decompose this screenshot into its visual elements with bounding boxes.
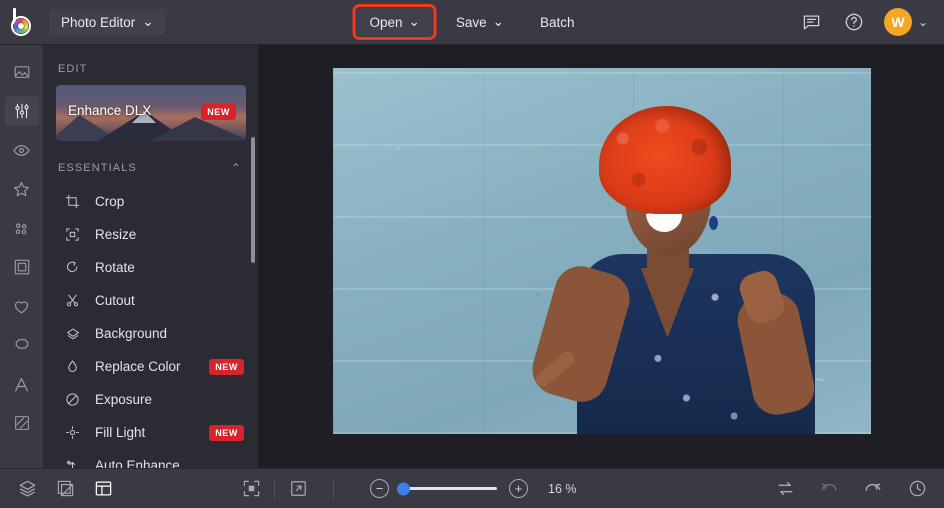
- befunky-logo[interactable]: [0, 0, 48, 45]
- app-switcher-label: Photo Editor: [61, 15, 135, 30]
- crop-icon: [64, 193, 81, 210]
- sidebar-item-label: Exposure: [95, 392, 152, 407]
- toolbar-divider: [274, 479, 275, 499]
- expand-icon[interactable]: [287, 478, 309, 500]
- rail-item-overlays[interactable]: [5, 291, 39, 321]
- rail-item-textures[interactable]: [5, 330, 39, 360]
- promo-new-badge: NEW: [201, 104, 236, 120]
- panel-layout-icon[interactable]: [92, 478, 114, 500]
- chevron-down-icon: ⌄: [493, 14, 504, 30]
- sidebar-item-cutout[interactable]: Cutout: [44, 284, 258, 317]
- bottom-toolbar: − + 16 %: [0, 468, 944, 508]
- top-bar: Photo Editor ⌄ Open ⌄ Save ⌄ Batch: [0, 0, 944, 45]
- chevron-up-icon: ⌃: [231, 161, 242, 175]
- sidebar-item-label: Fill Light: [95, 425, 145, 440]
- rail-item-artsy[interactable]: [5, 213, 39, 243]
- chevron-down-icon: ⌄: [918, 15, 928, 29]
- rail-item-touch-up[interactable]: [5, 135, 39, 165]
- avatar: W: [884, 8, 912, 36]
- sidebar-item-background[interactable]: Background: [44, 317, 258, 350]
- essentials-section-header[interactable]: ESSENTIALS ⌃: [44, 141, 258, 185]
- scissors-icon: [64, 292, 81, 309]
- droplet-icon: [64, 358, 81, 375]
- user-menu[interactable]: W ⌄: [884, 8, 928, 36]
- fit-to-screen-icon[interactable]: [240, 478, 262, 500]
- feedback-icon[interactable]: [800, 10, 824, 34]
- sidebar-item-label: Resize: [95, 227, 136, 242]
- sidebar-item-label: Crop: [95, 194, 124, 209]
- zoom-controls: − + 16 %: [370, 479, 577, 498]
- history-clock-icon[interactable]: [906, 478, 928, 500]
- save-button-label: Save: [456, 15, 487, 30]
- essentials-label: ESSENTIALS: [58, 162, 137, 174]
- sidebar-item-exposure[interactable]: Exposure: [44, 383, 258, 416]
- exposure-icon: [64, 391, 81, 408]
- fill-light-icon: [64, 424, 81, 441]
- chevron-down-icon: ⌄: [409, 14, 420, 30]
- photo-canvas[interactable]: [333, 68, 871, 434]
- rail-item-graphics[interactable]: [5, 408, 39, 438]
- rotate-icon: [64, 259, 81, 276]
- rail-item-frames[interactable]: [5, 252, 39, 282]
- redo-icon[interactable]: [862, 478, 884, 500]
- auto-enhance-icon: [64, 457, 81, 468]
- resize-icon: [64, 226, 81, 243]
- background-icon: [64, 325, 81, 342]
- woman-figure: [521, 104, 851, 434]
- sidebar-item-rotate[interactable]: Rotate: [44, 251, 258, 284]
- photo-editor-app: Photo Editor ⌄ Open ⌄ Save ⌄ Batch: [0, 0, 944, 508]
- compare-icon[interactable]: [774, 478, 796, 500]
- crop-overlay-icon[interactable]: [54, 478, 76, 500]
- essentials-menu: Crop Resize: [44, 185, 258, 468]
- app-switcher[interactable]: Photo Editor ⌄: [50, 9, 165, 35]
- zoom-slider-thumb[interactable]: [397, 482, 410, 495]
- sidebar-scrollbar[interactable]: [251, 137, 255, 263]
- canvas-area[interactable]: [259, 45, 944, 468]
- new-badge: NEW: [209, 425, 244, 441]
- zoom-slider[interactable]: [401, 487, 497, 490]
- sidebar-item-label: Rotate: [95, 260, 135, 275]
- sidebar-item-replace-color[interactable]: Replace Color NEW: [44, 350, 258, 383]
- top-bar-right: W ⌄: [800, 8, 944, 36]
- enhance-dlx-promo[interactable]: Enhance DLX NEW: [56, 85, 246, 141]
- promo-label: Enhance DLX: [68, 103, 151, 118]
- open-button-label: Open: [370, 15, 403, 30]
- batch-button-label: Batch: [540, 15, 575, 30]
- main-area: EDIT Enhance DLX NEW ESSENTIALS ⌃: [0, 45, 944, 468]
- tool-rail: [0, 45, 44, 468]
- batch-button[interactable]: Batch: [527, 9, 588, 36]
- undo-icon[interactable]: [818, 478, 840, 500]
- sidebar-item-auto-enhance[interactable]: Auto Enhance: [44, 449, 258, 468]
- zoom-value: 16 %: [548, 482, 577, 496]
- sidebar-item-resize[interactable]: Resize: [44, 218, 258, 251]
- sidebar-item-crop[interactable]: Crop: [44, 185, 258, 218]
- sidebar-item-label: Cutout: [95, 293, 135, 308]
- sidebar-item-label: Replace Color: [95, 359, 181, 374]
- sidebar-item-label: Background: [95, 326, 167, 341]
- rail-item-edit[interactable]: [5, 96, 39, 126]
- save-button[interactable]: Save ⌄: [443, 8, 517, 36]
- zoom-out-button[interactable]: −: [370, 479, 389, 498]
- layers-icon[interactable]: [16, 478, 38, 500]
- sidebar-item-fill-light[interactable]: Fill Light NEW: [44, 416, 258, 449]
- rail-item-text[interactable]: [5, 369, 39, 399]
- sidebar-title: EDIT: [44, 45, 258, 85]
- rail-item-effects[interactable]: [5, 174, 39, 204]
- rail-item-image[interactable]: [5, 57, 39, 87]
- help-icon[interactable]: [842, 10, 866, 34]
- edit-sidebar: EDIT Enhance DLX NEW ESSENTIALS ⌃: [44, 45, 259, 468]
- toolbar-divider: [333, 479, 334, 499]
- new-badge: NEW: [209, 359, 244, 375]
- sidebar-item-label: Auto Enhance: [95, 458, 180, 468]
- zoom-in-button[interactable]: +: [509, 479, 528, 498]
- open-button[interactable]: Open ⌄: [357, 8, 433, 36]
- chevron-down-icon: ⌄: [142, 14, 153, 30]
- top-bar-actions: Open ⌄ Save ⌄ Batch: [357, 8, 588, 36]
